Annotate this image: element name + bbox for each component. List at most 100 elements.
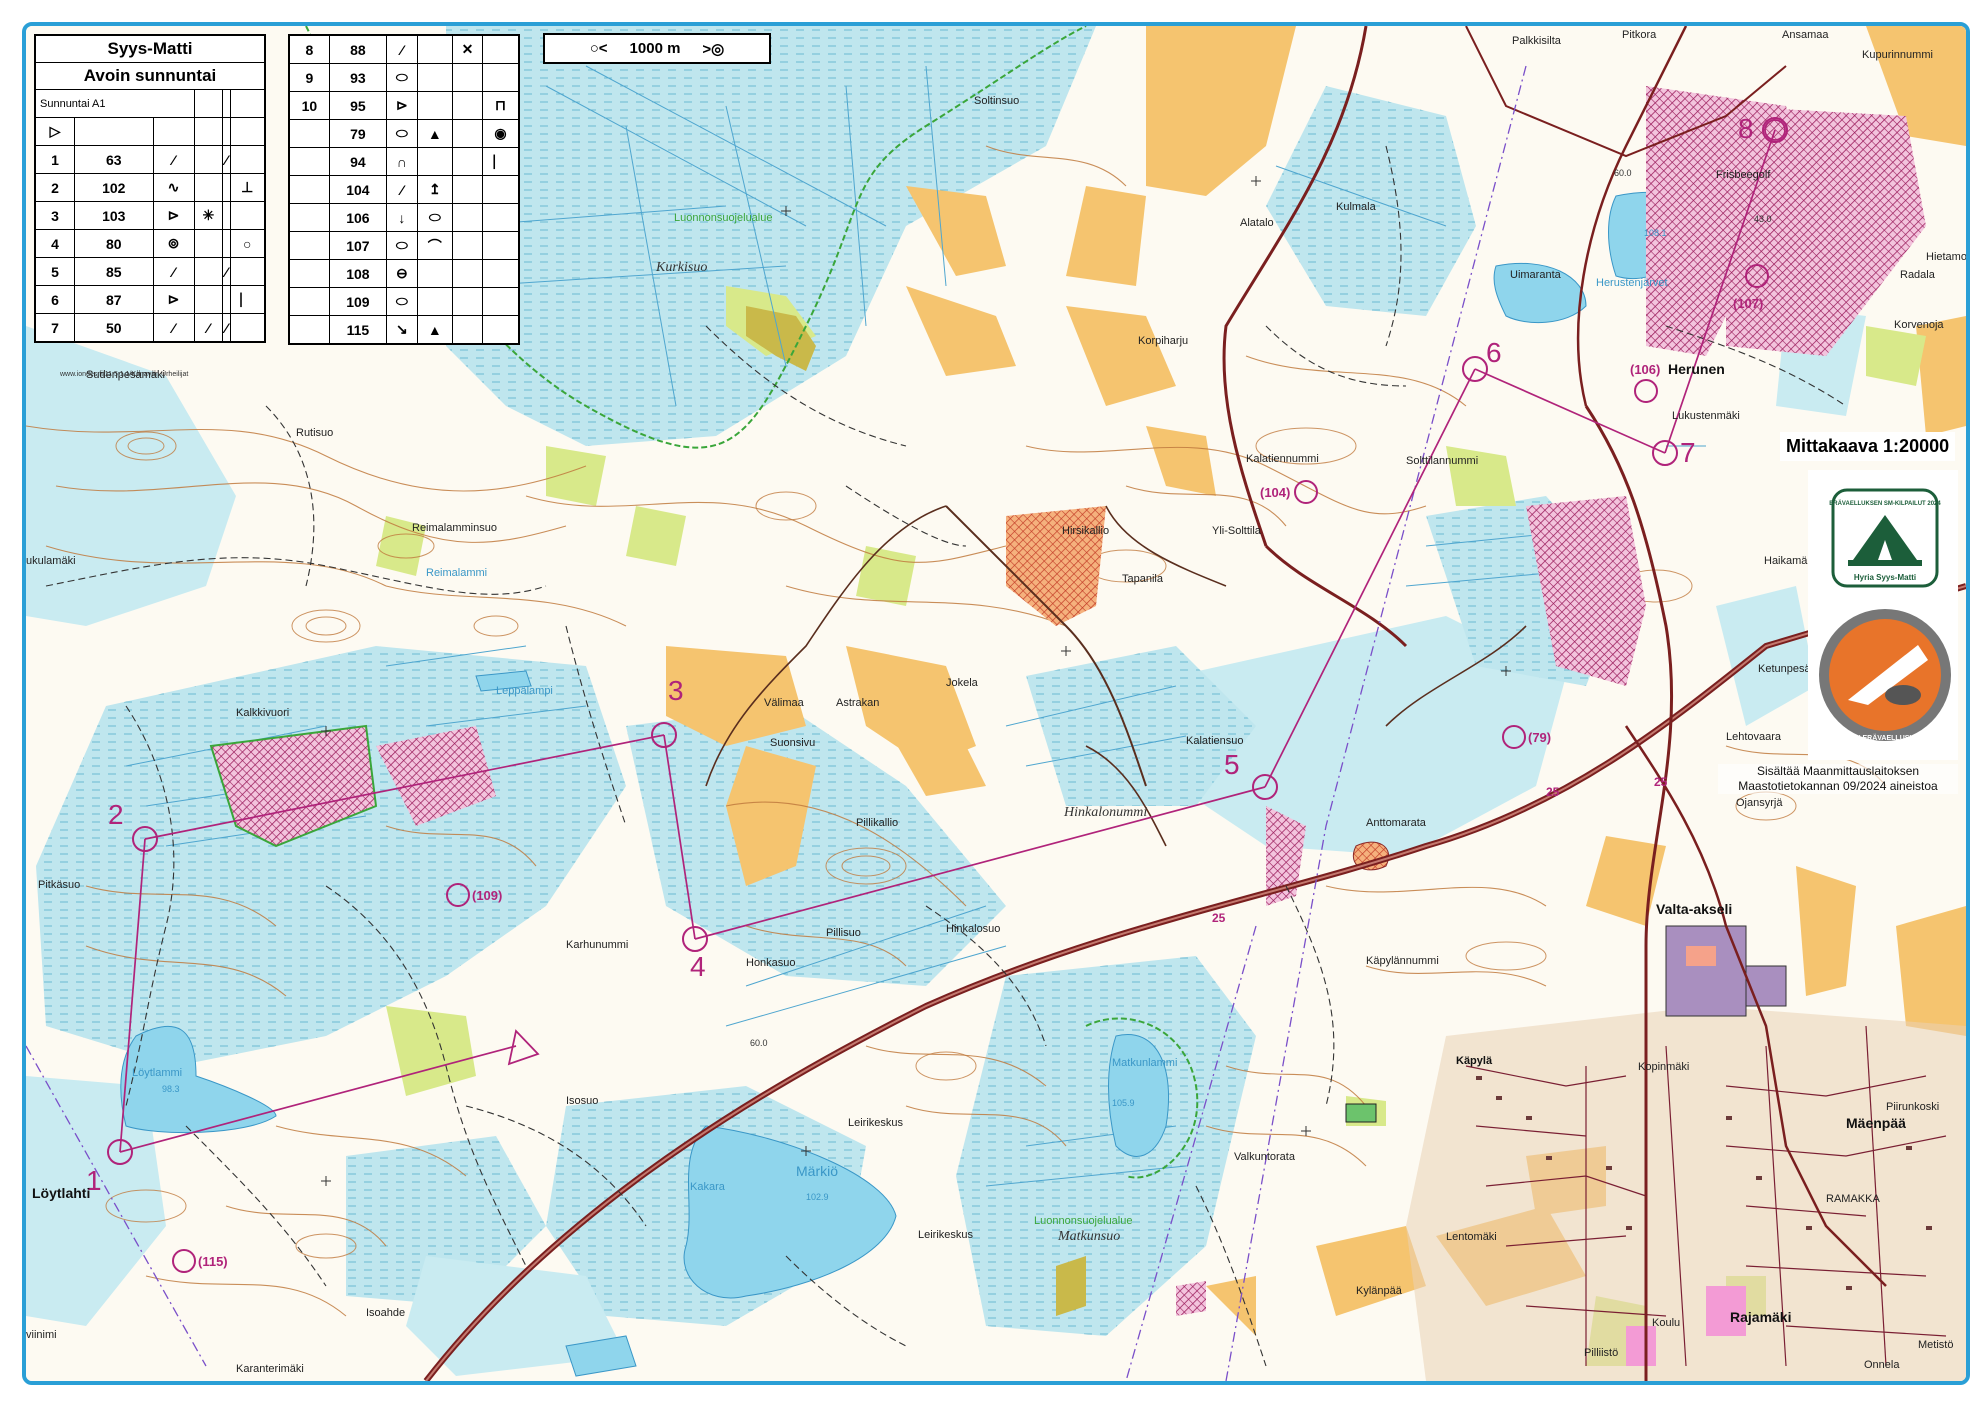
control-code: 85 xyxy=(74,257,154,286)
control-code: 80 xyxy=(74,229,154,258)
place-name: Leirikeskus xyxy=(918,1229,974,1241)
control-seq xyxy=(288,203,330,232)
place-name: Ojansyrjä xyxy=(1736,797,1783,809)
control-number-4: 4 xyxy=(690,951,706,982)
class-name: Avoin sunnuntai xyxy=(34,62,266,90)
place-name: Palkkisilta xyxy=(1512,35,1562,47)
map-data-credit: Sisältää Maanmittauslaitoksen Maastotiet… xyxy=(1718,764,1958,794)
place-name: Jokela xyxy=(946,677,979,689)
place-name: Mäenpää xyxy=(1846,1115,1906,1131)
place-name: Pilliistö xyxy=(1584,1347,1618,1359)
control-code: 108 xyxy=(328,259,388,288)
place-name: Ansamaa xyxy=(1782,29,1829,41)
place-name: Pitkäsuo xyxy=(38,879,80,891)
control-code: 102 xyxy=(74,173,154,202)
control-number-5: 5 xyxy=(1224,749,1240,780)
place-name: Pillikallio xyxy=(856,817,898,829)
place-name: Isosuo xyxy=(566,1095,598,1107)
place-name: Kylänpää xyxy=(1356,1285,1403,1297)
svg-text:102.9: 102.9 xyxy=(806,1192,829,1202)
place-name: Löytlahti xyxy=(32,1185,90,1201)
place-name: ukulamäki xyxy=(26,555,76,567)
control-code: 106 xyxy=(328,203,388,232)
place-name: Herunen xyxy=(1668,361,1725,377)
sm-kilpailut-logo: Hyria Syys-Matti ERÄVAELLUKSEN SM-KILPAI… xyxy=(1829,488,1941,588)
start-symbol: ▷ xyxy=(34,117,76,146)
svg-text:25: 25 xyxy=(1212,911,1226,925)
scale-right-symbol: >◎ xyxy=(702,40,725,58)
place-name: Tapanila xyxy=(1122,573,1164,585)
place-name: Piirunkoski xyxy=(1886,1101,1939,1113)
place-name: Yli-Solttila xyxy=(1212,525,1262,537)
control-description-sheet-left: Syys-Matti Avoin sunnuntai Sunnuntai A1 … xyxy=(34,34,266,343)
control-code: 94 xyxy=(328,147,388,176)
place-name: Metistö xyxy=(1918,1339,1953,1351)
place-name: Ketunpesä xyxy=(1758,663,1811,675)
place-name: Korpiharju xyxy=(1138,335,1188,347)
control-code: 107 xyxy=(328,231,388,260)
control-code: 50 xyxy=(74,313,154,343)
place-name: Hirsikallio xyxy=(1062,525,1109,537)
extra-control-label: (79) xyxy=(1528,730,1551,745)
control-seq xyxy=(288,231,330,260)
place-name: Kurkisuo xyxy=(655,260,707,275)
place-name: Käpylä xyxy=(1456,1055,1493,1067)
place-name: Löytlammi xyxy=(132,1067,182,1079)
control-seq: 6 xyxy=(34,285,76,314)
place-name: Lehtovaara xyxy=(1726,731,1782,743)
control-code: 95 xyxy=(328,91,388,120)
course-name: Sunnuntai A1 xyxy=(34,89,195,118)
place-name: Lentomäki xyxy=(1446,1231,1497,1243)
place-name: Hietamo xyxy=(1926,251,1966,263)
control-number-2: 2 xyxy=(108,799,124,830)
place-name: Valkuntorata xyxy=(1234,1151,1296,1163)
place-name: Kalkkivuori xyxy=(236,707,289,719)
place-name: Isoahde xyxy=(366,1307,405,1319)
svg-text:SUOMEN ERÄVAELLUSKILTA RY: SUOMEN ERÄVAELLUSKILTA RY xyxy=(1830,734,1941,742)
control-code: 63 xyxy=(74,145,154,174)
control-code: 88 xyxy=(328,34,388,64)
extra-control-label: (106) xyxy=(1630,362,1660,377)
place-name: Lukustenmäki xyxy=(1672,410,1740,422)
scale-left-symbol: ○< xyxy=(589,40,608,57)
svg-text:43.0: 43.0 xyxy=(1754,214,1772,224)
extra-control-label: (115) xyxy=(198,1254,228,1269)
place-name: Leppälampi xyxy=(496,685,553,697)
place-name: Radala xyxy=(1900,269,1936,281)
svg-text:ERÄVAELLUKSEN SM-KILPAILUT 202: ERÄVAELLUKSEN SM-KILPAILUT 2024 xyxy=(1829,500,1941,507)
place-name: Frisbeegolf xyxy=(1716,169,1771,181)
place-name: Luonnonsuojelualue xyxy=(674,212,772,224)
map-maker-note: www.iondes.fi/11.5.1.1/Kanavan Urheilija… xyxy=(60,371,189,378)
svg-text:105.9: 105.9 xyxy=(1112,1098,1135,1108)
logos: Hyria Syys-Matti ERÄVAELLUKSEN SM-KILPAI… xyxy=(1819,488,1951,742)
place-name: Solttilannummi xyxy=(1406,455,1478,467)
place-name: Kakara xyxy=(690,1181,726,1193)
place-name: Valta-akseli xyxy=(1656,901,1732,917)
place-name: Pitkora xyxy=(1622,29,1657,41)
control-seq: 5 xyxy=(34,257,76,286)
control-seq: 1 xyxy=(34,145,76,174)
svg-text:25: 25 xyxy=(1546,785,1560,799)
control-number-3: 3 xyxy=(668,675,684,706)
place-name: Anttomarata xyxy=(1366,817,1427,829)
extra-control-label: (104) xyxy=(1260,485,1290,500)
map-scale-text: Mittakaava 1:20000 xyxy=(1780,432,1956,461)
scale-bar: ○< 1000 m >◎ xyxy=(543,33,771,64)
control-seq xyxy=(288,287,330,316)
place-name: Kopinmäki xyxy=(1638,1061,1689,1073)
place-name: Astrakan xyxy=(836,697,879,709)
control-seq: 7 xyxy=(34,313,76,343)
control-seq xyxy=(288,315,330,345)
control-seq xyxy=(288,259,330,288)
suomen-eravaelluskilta-logo: SUOMEN ERÄVAELLUSKILTA RY xyxy=(1819,609,1951,742)
place-name: Kalatiensuo xyxy=(1186,735,1244,747)
place-name: Luonnonsuojelualue xyxy=(1034,1215,1132,1227)
extra-control-label: (109) xyxy=(472,888,502,903)
svg-text:Hyria Syys-Matti: Hyria Syys-Matti xyxy=(1854,573,1916,582)
place-name: Onnela xyxy=(1864,1359,1900,1371)
svg-text:108.1: 108.1 xyxy=(1644,228,1667,238)
control-seq: 2 xyxy=(34,173,76,202)
place-name: Karhunummi xyxy=(566,939,628,951)
event-name: Syys-Matti xyxy=(34,34,266,63)
svg-text:60.0: 60.0 xyxy=(1614,168,1632,178)
